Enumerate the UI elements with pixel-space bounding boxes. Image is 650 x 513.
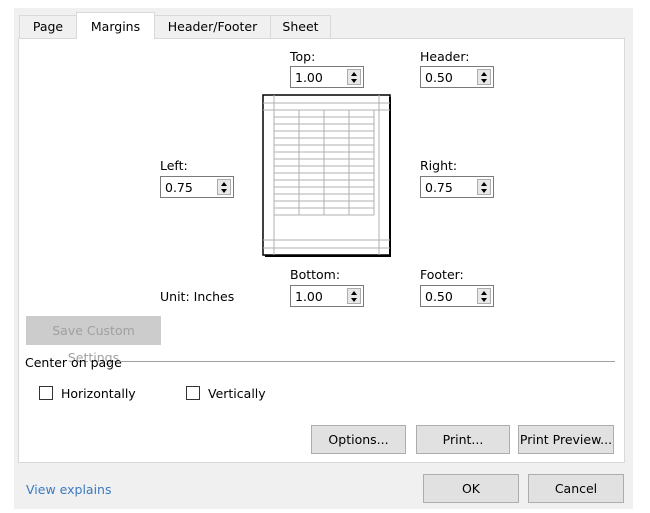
top-margin-input[interactable]: 1.00: [290, 66, 364, 88]
header-value: 0.50: [425, 70, 453, 85]
vertically-checkbox[interactable]: [186, 386, 200, 400]
tab-margins[interactable]: Margins: [76, 12, 155, 39]
left-value: 0.75: [165, 180, 193, 195]
horizontally-checkbox[interactable]: [39, 386, 53, 400]
spinner-arrows-icon[interactable]: [347, 69, 361, 85]
unit-label: Unit: Inches: [160, 289, 235, 304]
spinner-arrows-icon[interactable]: [477, 179, 491, 195]
view-explains-link[interactable]: View explains: [26, 482, 111, 497]
spinner-arrows-icon[interactable]: [477, 288, 491, 304]
center-on-page-label: Center on page: [25, 355, 122, 370]
ok-button[interactable]: OK: [423, 474, 519, 503]
left-label: Left:: [160, 158, 188, 173]
bottom-margin-input[interactable]: 1.00: [290, 285, 364, 307]
top-value: 1.00: [295, 70, 323, 85]
print-button[interactable]: Print...: [416, 425, 510, 454]
footer-label: Footer:: [420, 267, 464, 282]
footer-value: 0.50: [425, 289, 453, 304]
spinner-arrows-icon[interactable]: [217, 179, 231, 195]
header-label: Header:: [420, 49, 470, 64]
bottom-value: 1.00: [295, 289, 323, 304]
tab-sheet[interactable]: Sheet: [270, 15, 331, 38]
top-label: Top:: [290, 49, 316, 64]
header-margin-input[interactable]: 0.50: [420, 66, 494, 88]
print-preview-button[interactable]: Print Preview...: [518, 425, 614, 454]
page-preview: [262, 94, 391, 257]
right-value: 0.75: [425, 180, 453, 195]
tab-page[interactable]: Page: [19, 15, 77, 38]
right-margin-input[interactable]: 0.75: [420, 176, 494, 198]
horizontally-label: Horizontally: [61, 386, 136, 401]
options-button[interactable]: Options...: [311, 425, 406, 454]
spinner-arrows-icon[interactable]: [477, 69, 491, 85]
spinner-arrows-icon[interactable]: [347, 288, 361, 304]
tab-header-footer[interactable]: Header/Footer: [154, 15, 271, 38]
vertically-label: Vertically: [208, 386, 266, 401]
bottom-label: Bottom:: [290, 267, 341, 282]
left-margin-input[interactable]: 0.75: [160, 176, 234, 198]
divider: [120, 361, 615, 362]
footer-margin-input[interactable]: 0.50: [420, 285, 494, 307]
right-label: Right:: [420, 158, 458, 173]
save-custom-settings-button[interactable]: Save Custom Settings: [26, 316, 161, 365]
cancel-button[interactable]: Cancel: [528, 474, 624, 503]
